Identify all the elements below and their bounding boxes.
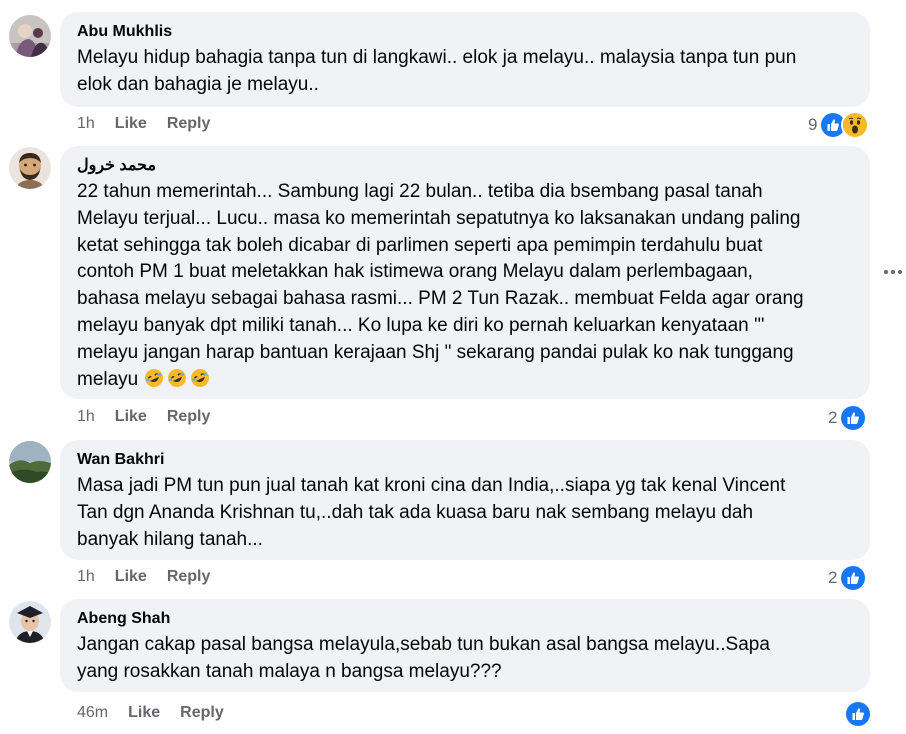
reply-button[interactable]: Reply (167, 568, 211, 586)
comment-time[interactable]: 1h (77, 115, 95, 133)
comment-author[interactable]: محمد خرول (77, 156, 854, 176)
comment-text: Jangan cakap pasal bangsa melayula,sebab… (77, 634, 770, 682)
comment-time[interactable]: 46m (77, 704, 108, 722)
avatar[interactable] (9, 441, 51, 483)
like-button[interactable]: Like (115, 408, 147, 426)
reactions-summary[interactable] (842, 700, 872, 728)
like-icon (839, 404, 868, 432)
reply-button[interactable]: Reply (167, 115, 211, 133)
more-options-icon[interactable] (880, 262, 906, 282)
dot (891, 270, 895, 274)
comment-text: Melayu hidup bahagia tanpa tun di langka… (77, 47, 797, 95)
like-button[interactable]: Like (128, 704, 160, 722)
rofl-emoji (144, 368, 164, 388)
comment-actions: 1h Like Reply (77, 568, 210, 586)
like-button[interactable]: Like (115, 115, 147, 133)
reply-button[interactable]: Reply (167, 408, 211, 426)
rofl-emoji (167, 368, 187, 388)
avatar[interactable] (9, 601, 51, 643)
reply-button[interactable]: Reply (180, 704, 224, 722)
comment-author[interactable]: Wan Bakhri (77, 450, 854, 470)
comment-bubble: Wan Bakhri Masa jadi PM tun pun jual tan… (60, 440, 870, 560)
reactions-summary[interactable]: 2 (828, 564, 868, 592)
avatar[interactable] (9, 15, 51, 57)
comment-time[interactable]: 1h (77, 568, 95, 586)
comment-text: 22 tahun memerintah... Sambung lagi 22 b… (77, 179, 854, 393)
comment-author[interactable]: Abeng Shah (77, 609, 854, 629)
comment-text: Masa jadi PM tun pun jual tanah kat kron… (77, 475, 786, 550)
comment-text-body: 22 tahun memerintah... Sambung lagi 22 b… (77, 181, 804, 390)
like-button[interactable]: Like (115, 568, 147, 586)
reaction-count: 2 (828, 568, 838, 587)
comment-actions: 46m Like Reply (77, 704, 224, 722)
like-icon (839, 564, 868, 592)
reactions-summary[interactable]: 2 (828, 404, 868, 432)
comment-bubble: محمد خرول 22 tahun memerintah... Sambung… (60, 146, 870, 399)
reaction-count: 9 (808, 115, 818, 134)
wow-icon (841, 111, 870, 139)
rofl-emoji (190, 368, 210, 388)
reaction-count: 2 (828, 408, 838, 427)
dot (884, 270, 888, 274)
comment-actions: 1h Like Reply (77, 408, 210, 426)
avatar[interactable] (9, 147, 51, 189)
comment-actions: 1h Like Reply (77, 115, 210, 133)
like-icon (844, 700, 872, 728)
dot (898, 270, 902, 274)
comment-time[interactable]: 1h (77, 408, 95, 426)
comment-bubble: Abeng Shah Jangan cakap pasal bangsa mel… (60, 599, 870, 692)
comment-author[interactable]: Abu Mukhlis (77, 22, 854, 42)
reactions-summary[interactable]: 9 (808, 111, 870, 139)
comment-bubble: Abu Mukhlis Melayu hidup bahagia tanpa t… (60, 12, 870, 107)
